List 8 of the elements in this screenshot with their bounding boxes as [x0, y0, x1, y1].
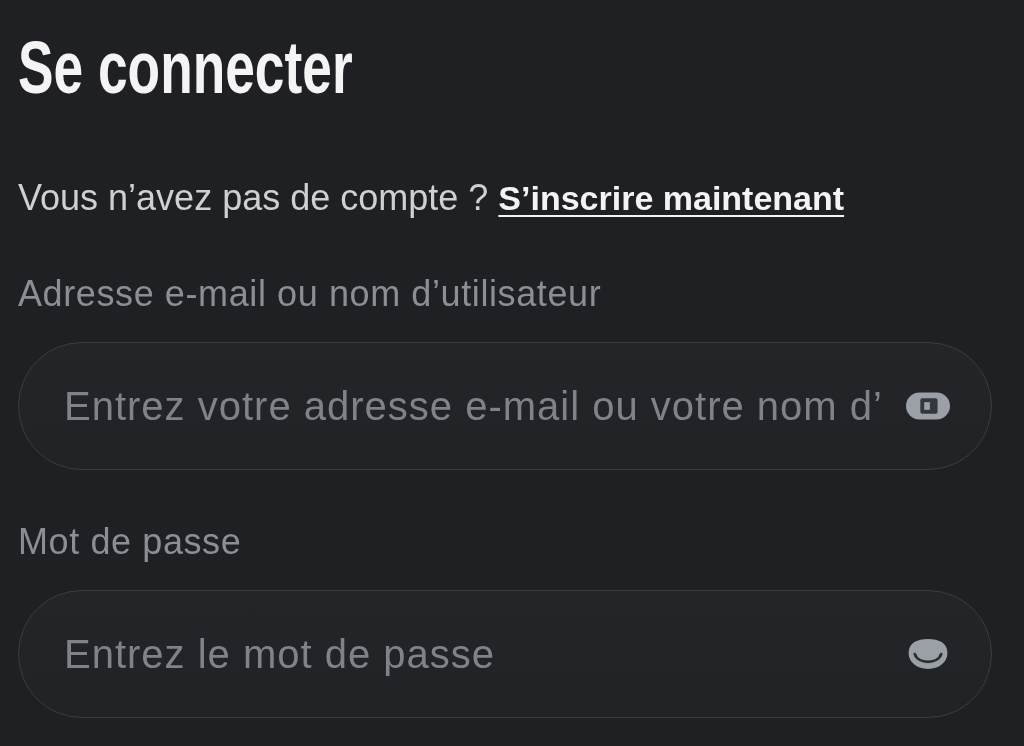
eye-icon[interactable] — [906, 639, 950, 669]
signup-link[interactable]: S’inscrire maintenant — [498, 179, 845, 217]
input-field[interactable]: Entrez votre adresse e-mail ou votre nom d’ — [18, 342, 992, 470]
input-field[interactable]: Entrez le mot de passe — [18, 590, 992, 718]
field-label: Mot de passe — [18, 522, 242, 562]
page-title: Se connecter — [18, 28, 353, 108]
field-label: Adresse e-mail ou nom d’utilisateur — [18, 274, 602, 314]
signup-prompt: Vous n’avez pas de compte ? S’inscrire maintenant — [18, 178, 845, 218]
